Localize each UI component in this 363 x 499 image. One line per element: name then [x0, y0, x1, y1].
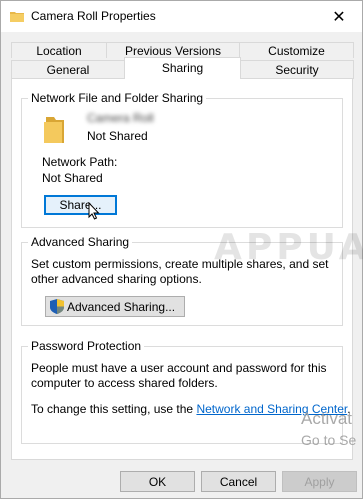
properties-window: Camera Roll Properties ✕ Location Previo…: [0, 0, 363, 499]
group-legend: Advanced Sharing: [28, 235, 133, 249]
folder-icon: [44, 117, 64, 146]
tab-label: Security: [275, 63, 319, 77]
network-path-value: Not Shared: [42, 171, 103, 185]
tab-sharing[interactable]: Sharing: [124, 57, 241, 79]
network-sharing-group: Network File and Folder Sharing Camera R…: [21, 91, 343, 228]
tab-label: Previous Versions: [124, 44, 222, 58]
tab-previous-versions[interactable]: Previous Versions: [106, 42, 240, 58]
activation-watermark-subtitle: Go to Se: [301, 432, 357, 448]
activation-watermark-title: Activat: [301, 409, 353, 428]
group-legend: Network File and Folder Sharing: [28, 91, 207, 105]
password-protection-group: Password Protection People must have a u…: [21, 339, 351, 444]
title-bar: Camera Roll Properties ✕: [1, 1, 362, 32]
ok-button-label: OK: [148, 474, 167, 489]
tab-label: Location: [36, 44, 82, 58]
tab-location[interactable]: Location: [11, 42, 107, 58]
watermark: APPUALS: [214, 227, 363, 268]
tab-security[interactable]: Security: [240, 60, 354, 79]
sharing-panel: Network File and Folder Sharing Camera R…: [11, 78, 353, 460]
cancel-button-label: Cancel: [219, 474, 258, 489]
network-path-label: Network Path:: [42, 155, 118, 169]
close-icon: ✕: [332, 8, 346, 26]
tab-label: General: [46, 63, 90, 77]
share-button[interactable]: Share...: [44, 195, 117, 215]
advanced-sharing-button[interactable]: Advanced Sharing...: [45, 296, 185, 317]
change-setting-prefix: To change this setting, use the: [31, 402, 197, 416]
shield-icon: [50, 299, 64, 314]
password-protection-description: People must have a user account and pass…: [31, 361, 327, 390]
tab-label: Customize: [268, 44, 325, 58]
tab-general[interactable]: General: [11, 60, 125, 79]
apply-button[interactable]: Apply: [282, 471, 357, 492]
folder-name: Camera Roll: [87, 111, 154, 125]
tab-label: Sharing: [161, 61, 204, 75]
folder-icon: [10, 11, 24, 22]
tab-customize[interactable]: Customize: [239, 42, 354, 58]
cursor-icon: [88, 201, 100, 223]
group-legend: Password Protection: [28, 339, 145, 353]
window-title: Camera Roll Properties: [31, 9, 156, 23]
advanced-sharing-button-label: Advanced Sharing...: [67, 299, 176, 314]
close-button[interactable]: ✕: [316, 1, 362, 32]
ok-button[interactable]: OK: [120, 471, 195, 492]
share-status: Not Shared: [87, 129, 148, 143]
apply-button-label: Apply: [304, 474, 335, 489]
cancel-button[interactable]: Cancel: [201, 471, 276, 492]
